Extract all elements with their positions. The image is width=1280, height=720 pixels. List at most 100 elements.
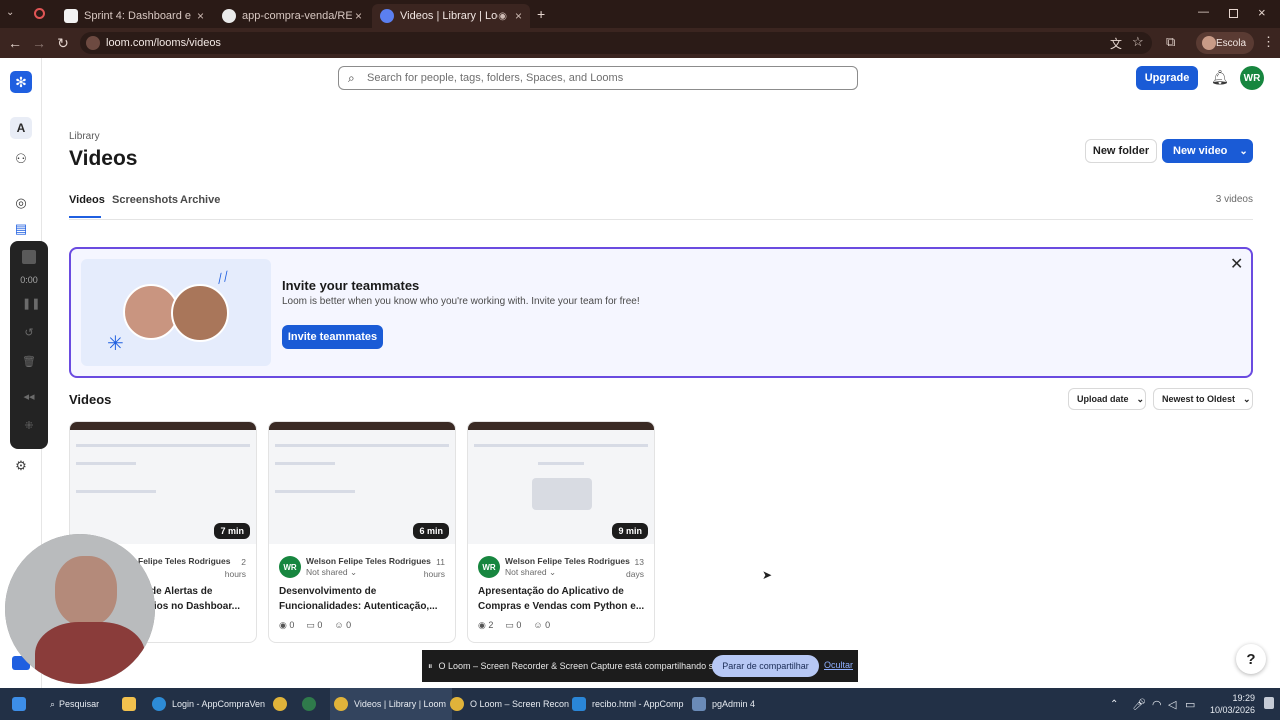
stop-sharing-button[interactable]: Parar de compartilhar <box>712 655 819 677</box>
maximize-icon[interactable] <box>1229 9 1238 18</box>
tray-chevron-icon[interactable]: ⌃ <box>1110 688 1118 720</box>
taskbar-item-label: pgAdmin 4 <box>712 699 756 709</box>
help-button[interactable]: ? <box>1236 644 1266 674</box>
account-icon[interactable]: ◎ <box>11 193 31 213</box>
pause-icon[interactable]: ❚❚ <box>22 297 40 311</box>
notification-center-icon[interactable] <box>1264 697 1274 709</box>
user-avatar[interactable]: WR <box>1240 66 1264 90</box>
video-card[interactable]: 9 min WR Welson Felipe Teles Rodrigues 1… <box>467 421 655 643</box>
taskbar-search-label: Pesquisar <box>59 699 100 709</box>
breadcrumb[interactable]: Library <box>69 131 100 142</box>
drag-handle-icon[interactable]: ⁜ <box>22 419 36 433</box>
taskbar-item-label: recibo.html - AppComp <box>592 699 684 709</box>
taskbar-search[interactable]: ⌕ Pesquisar <box>50 688 99 720</box>
folder-icon <box>122 697 136 711</box>
stop-icon[interactable] <box>22 250 36 264</box>
browser-menu-icon[interactable]: ⋮ <box>1262 34 1275 50</box>
video-age: 13 days <box>626 557 644 579</box>
site-info-icon[interactable] <box>86 36 100 50</box>
reload-icon[interactable]: ↻ <box>54 34 72 52</box>
taskbar-item-label: Login - AppCompraVen <box>172 699 266 709</box>
views-icon: ◉ 0 <box>279 620 295 630</box>
video-thumbnail[interactable]: 6 min <box>269 422 455 544</box>
bookmark-star-icon[interactable]: ☆ <box>1132 34 1144 50</box>
minimize-icon[interactable]: — <box>1198 6 1209 18</box>
back-icon[interactable]: ← <box>6 34 24 52</box>
close-tab-icon[interactable]: × <box>197 9 204 23</box>
restart-icon[interactable]: ↺ <box>22 326 36 340</box>
forward-icon[interactable]: → <box>30 34 48 52</box>
new-folder-button[interactable]: New folder <box>1085 139 1157 163</box>
tab-archive[interactable]: Archive <box>180 194 220 206</box>
extensions-icon[interactable]: ⧉ <box>1166 34 1175 50</box>
video-thumbnail[interactable]: 7 min <box>70 422 256 544</box>
webcam-bubble[interactable] <box>5 534 155 684</box>
search-placeholder: Search for people, tags, folders, Spaces… <box>367 72 624 84</box>
invite-teammates-button[interactable]: Invite teammates <box>282 325 383 349</box>
close-banner-icon[interactable]: ✕ <box>1230 254 1243 274</box>
search-input[interactable]: ⌕ Search for people, tags, folders, Spac… <box>338 66 858 90</box>
translate-icon[interactable]: 文 <box>1110 35 1122 52</box>
new-video-button[interactable]: New video ⌄ <box>1162 139 1253 163</box>
tab-sprint[interactable]: Sprint 4: Dashboard e Finalizaç × <box>56 4 212 28</box>
library-icon[interactable]: ▤ <box>11 219 31 239</box>
clock[interactable]: 19:29 10/03/2026 <box>1205 692 1255 716</box>
tab-github[interactable]: app-compra-venda/README.m × <box>214 4 370 28</box>
tabs-divider <box>69 219 1253 220</box>
video-title[interactable]: Desenvolvimento de Funcionalidades: Auten… <box>279 584 449 614</box>
upgrade-button[interactable]: Upgrade <box>1136 66 1198 90</box>
url-field[interactable]: loom.com/looms/videos 文 ☆ <box>80 32 1152 54</box>
chrome-icon <box>450 697 464 711</box>
tab-title: Videos | Library | Loom <box>400 10 498 22</box>
sort-order-dropdown[interactable]: Newest to Oldest ⌄ <box>1153 388 1253 410</box>
comments-icon: ▭ 0 <box>505 620 522 630</box>
video-card[interactable]: 6 min WR Welson Felipe Teles Rodrigues 1… <box>268 421 456 643</box>
new-tab-icon[interactable]: + <box>537 6 545 22</box>
close-tab-icon[interactable]: × <box>355 9 362 23</box>
recording-timer: 0:00 <box>20 275 38 285</box>
video-title[interactable]: de Alertas de rios no Dashboar... <box>150 584 256 614</box>
record-icon[interactable] <box>34 8 45 19</box>
windows-logo-icon <box>12 697 26 711</box>
video-count: 3 videos <box>1215 194 1253 205</box>
hide-share-bar-link[interactable]: Ocultar <box>824 660 853 670</box>
taskbar-item-pgadmin[interactable]: pgAdmin 4 <box>692 688 755 720</box>
drag-handle-icon[interactable]: ⏸ <box>428 661 433 672</box>
volume-icon[interactable]: ◁ <box>1168 688 1176 720</box>
delete-icon[interactable]: 🗑 <box>22 355 36 369</box>
start-button[interactable] <box>12 688 32 720</box>
taskbar-item-login[interactable]: Login - AppCompraVen <box>152 688 265 720</box>
tab-screenshots[interactable]: Screenshots <box>112 194 178 206</box>
taskbar-item-vscode[interactable]: recibo.html - AppComp <box>572 688 684 720</box>
tab-list-chevron-icon[interactable]: ⌄ <box>6 7 14 18</box>
video-thumbnail[interactable]: 9 min <box>468 422 654 544</box>
settings-gear-icon[interactable]: ⚙ <box>11 456 31 476</box>
taskbar-item-loom[interactable]: Videos | Library | Loom <box>330 688 453 720</box>
profile-button[interactable]: Escola <box>1196 32 1254 54</box>
upload-date-dropdown[interactable]: Upload date ⌄ <box>1068 388 1146 410</box>
collapse-icon[interactable]: ◂◂ <box>22 390 36 404</box>
microphone-icon[interactable]: 🎤︎ <box>1132 688 1146 720</box>
loom-logo-icon[interactable]: ✻ <box>10 71 32 93</box>
videos-section-title: Videos <box>69 392 112 407</box>
app-button[interactable] <box>302 688 322 720</box>
video-age: 11 hours <box>423 557 445 579</box>
workspace-button[interactable]: A <box>10 117 32 139</box>
close-tab-icon[interactable]: × <box>515 9 522 23</box>
add-user-icon[interactable]: ⚇ <box>11 149 31 169</box>
profile-avatar <box>1202 36 1216 50</box>
taskbar-item-loom-recorder[interactable]: O Loom – Screen Recon <box>450 688 569 720</box>
video-title[interactable]: Apresentação do Aplicativo de Compras e V… <box>478 584 648 614</box>
battery-icon[interactable]: ▭ <box>1185 688 1195 720</box>
notifications-bell-icon[interactable]: 🔔︎ <box>1211 69 1229 86</box>
share-status[interactable]: Not shared ⌄ <box>505 567 556 578</box>
author-avatar: WR <box>478 556 500 578</box>
taskbar-item-label: Videos | Library | Loom <box>354 699 447 709</box>
tab-loom[interactable]: Videos | Library | Loom ◉ × <box>372 4 530 28</box>
share-status[interactable]: Not shared ⌄ <box>306 567 357 578</box>
chrome-button[interactable] <box>273 688 293 720</box>
tab-videos[interactable]: Videos <box>69 194 105 206</box>
wifi-icon[interactable]: ◠ <box>1152 688 1162 720</box>
close-window-icon[interactable]: × <box>1258 5 1266 20</box>
file-explorer-button[interactable] <box>122 688 142 720</box>
